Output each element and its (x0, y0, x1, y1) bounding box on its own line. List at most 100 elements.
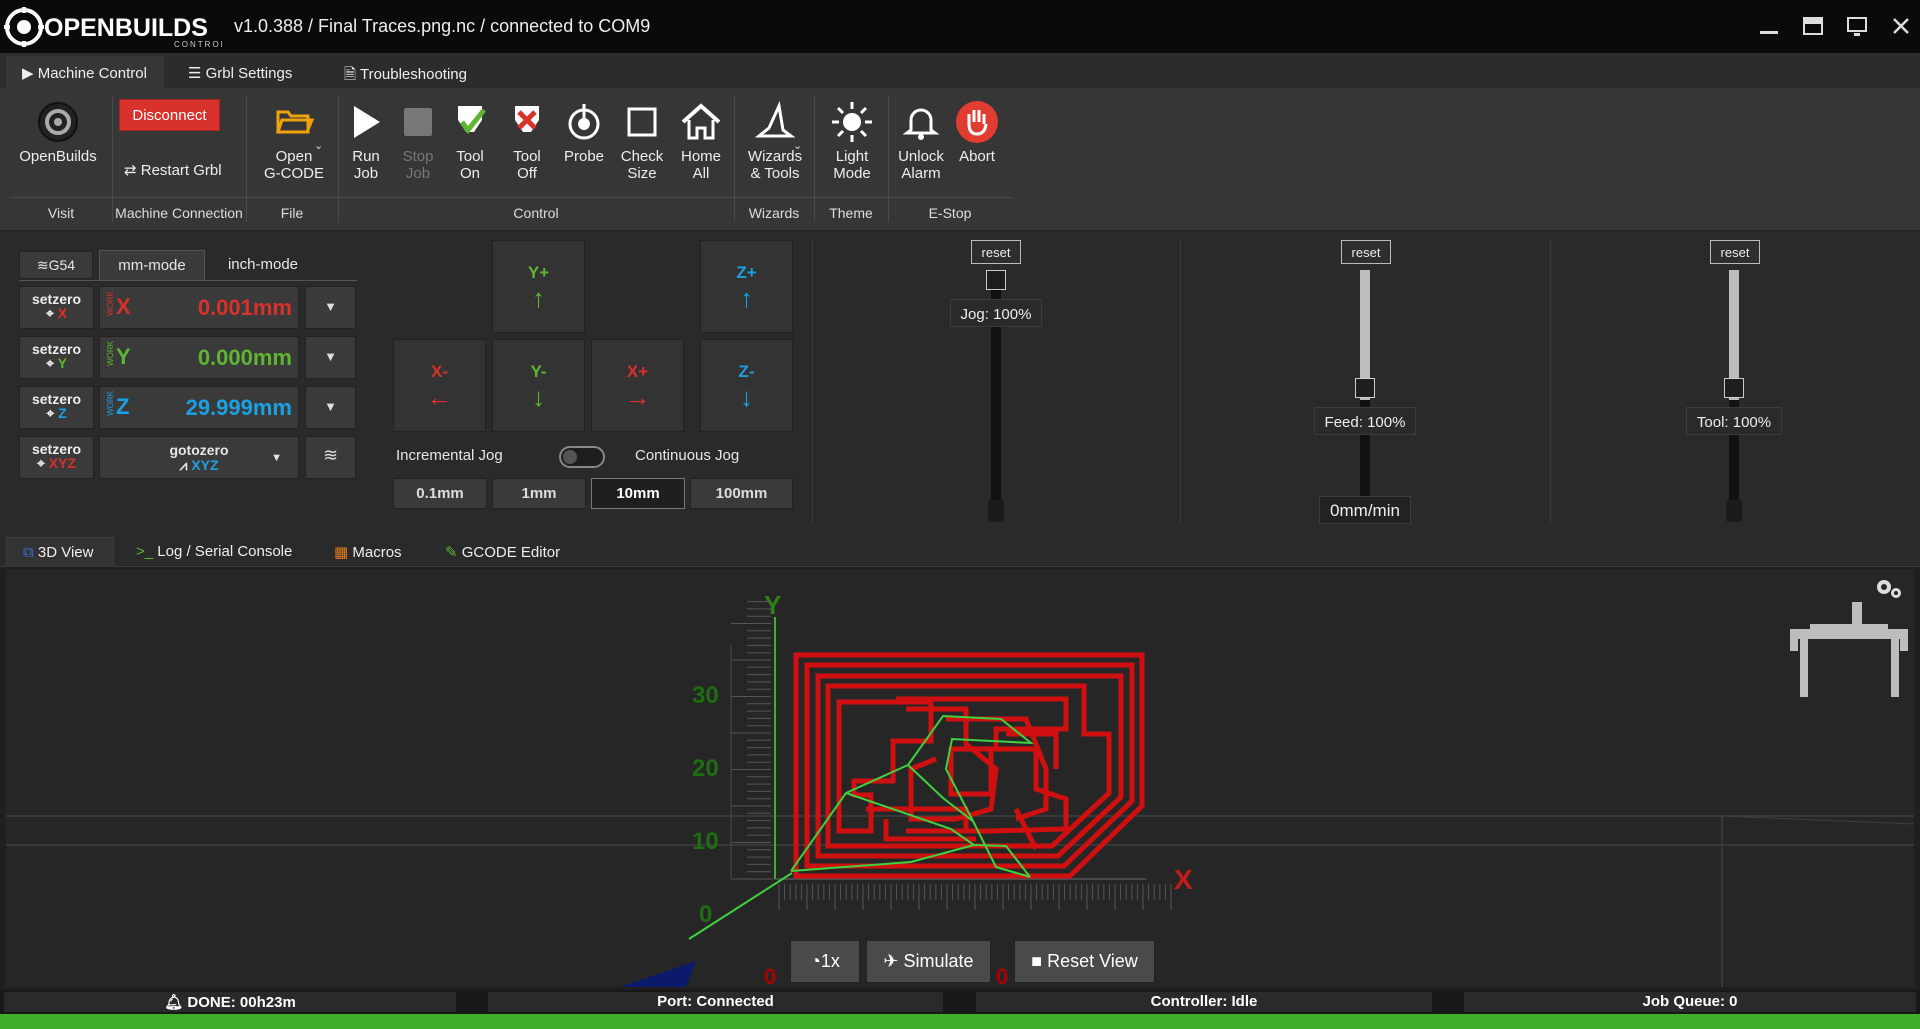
tab-troubleshooting[interactable]: 🗎 Troubleshooting (344, 56, 474, 88)
setzero-y-button[interactable]: setzero ⌖ Y (19, 336, 94, 379)
setzero-xyz-button[interactable]: setzero ⌖ XYZ (19, 436, 94, 479)
fullscreen-icon[interactable] (1844, 15, 1870, 39)
window-title: v1.0.388 / Final Traces.png.nc / connect… (234, 16, 651, 36)
y-options-dropdown[interactable]: ▼ (305, 336, 356, 379)
probe-button[interactable]: Probe (560, 100, 608, 165)
tool-override-handle[interactable] (1724, 378, 1744, 398)
jog-z-minus-button[interactable]: Z- ↓ (700, 339, 793, 432)
tab-3d-view[interactable]: ⧉ 3D View (6, 537, 114, 567)
feed-override-handle[interactable] (1355, 378, 1375, 398)
step-1mm-button[interactable]: 1mm (492, 478, 586, 509)
settings-gears-icon[interactable] (1877, 580, 1901, 598)
tab-machine-control[interactable]: ▶ Machine Control (6, 56, 164, 88)
step-100mm-button[interactable]: 100mm (690, 478, 793, 509)
terminal-icon: >_ (136, 543, 154, 560)
continuous-jog-label: Continuous Jog (635, 447, 740, 464)
probe-icon (568, 104, 600, 140)
feed-override-reset-button[interactable]: reset (1341, 240, 1391, 264)
square-icon: ■ (1031, 951, 1043, 971)
arrow-right-icon: → (624, 382, 651, 412)
wcs-selector[interactable]: ≋G54 (19, 251, 93, 279)
close-icon[interactable] (1888, 15, 1914, 39)
group-label-visit: Visit (47, 205, 75, 221)
setzero-z-button[interactable]: setzero ⌖ Z (19, 386, 94, 429)
chart-icon: ⩘ (179, 457, 188, 473)
feed-override-label: Feed: 100% (1314, 407, 1416, 435)
jog-override-handle[interactable] (986, 270, 1006, 290)
arrow-down-icon: ↓ (532, 382, 545, 412)
status-done: 🔔︎ DONE: 00h23m (4, 992, 456, 1012)
tab-gcode-editor[interactable]: ✎ GCODE Editor (445, 537, 565, 567)
home-icon (681, 103, 721, 140)
tool-off-icon (515, 106, 539, 132)
jog-x-plus-button[interactable]: X+ → (591, 339, 684, 432)
tab-mm-mode[interactable]: mm-mode (99, 250, 205, 280)
caret-down-icon: ▼ (271, 452, 282, 464)
group-label-file: File (280, 205, 304, 221)
jog-x-minus-button[interactable]: X- ← (393, 339, 486, 432)
step-10mm-button[interactable]: 10mm (591, 478, 685, 509)
title-bar: OPENBUILDS CONTROL v1.0.388 / Final Trac… (0, 0, 1920, 53)
z-options-dropdown[interactable]: ▼ (305, 386, 356, 429)
tool-on-button[interactable]: Tool On (448, 100, 492, 182)
machine-thumbnail-icon (1790, 602, 1908, 697)
wizard-hat-icon (754, 100, 796, 138)
x-options-dropdown[interactable]: ▼ (305, 286, 356, 329)
file-icon: 🗎 (344, 66, 357, 83)
check-size-button[interactable]: Check Size (617, 100, 667, 182)
edit-icon: ✎ (445, 544, 458, 561)
unlock-alarm-button[interactable]: Unlock Alarm (893, 100, 949, 182)
tab-grbl-settings[interactable]: ☰ Grbl Settings (188, 56, 308, 88)
svg-text:CONTROL: CONTROL (174, 40, 222, 49)
tool-on-icon (458, 106, 486, 135)
cube-icon: ⧉ (23, 544, 34, 561)
jog-y-minus-button[interactable]: Y- ↓ (492, 339, 585, 432)
grid-icon: ▦ (334, 544, 349, 561)
arrow-down-icon: ↓ (740, 382, 753, 412)
group-label-estop: E-Stop (928, 205, 972, 221)
jog-z-plus-button[interactable]: Z+ ↑ (700, 240, 793, 333)
tool-off-button[interactable]: Tool Off (505, 100, 549, 182)
stop-job-button[interactable]: Stop Job (396, 100, 440, 182)
stop-hand-icon (956, 101, 998, 143)
feedrate-readout: 0mm/min (1319, 496, 1411, 524)
openbuilds-button[interactable]: OpenBuilds (18, 100, 98, 165)
folder-icon (275, 110, 315, 134)
abort-button[interactable]: Abort (952, 100, 1002, 165)
status-controller: Controller: Idle (976, 992, 1432, 1012)
step-0-1mm-button[interactable]: 0.1mm (393, 478, 487, 509)
minimize-icon[interactable] (1756, 15, 1782, 39)
group-label-machine-connection: Machine Connection (115, 205, 243, 221)
disconnect-button[interactable]: Disconnect (119, 99, 220, 131)
stop-icon (404, 108, 432, 136)
jog-y-plus-button[interactable]: Y+ ↑ (492, 240, 585, 333)
gotozero-button[interactable]: gotozero ⩘ XYZ ▼ (99, 436, 299, 479)
maximize-icon[interactable] (1800, 15, 1826, 39)
square-icon (627, 107, 657, 137)
layers-menu-button[interactable]: ≋ (305, 436, 356, 479)
speed-button[interactable]: ◔1x (790, 940, 860, 983)
tool-override-label: Tool: 100% (1686, 407, 1782, 435)
run-job-button[interactable]: Run Job (342, 100, 390, 182)
restart-grbl-button[interactable]: ⇄ Restart Grbl (124, 161, 244, 183)
jog-override-reset-button[interactable]: reset (971, 240, 1021, 264)
play-icon: ▶ (22, 65, 34, 82)
gauge-icon: ◔ (810, 951, 821, 971)
setzero-x-button[interactable]: setzero ⌖ X (19, 286, 94, 329)
bell-icon: 🔔︎ (164, 994, 184, 1011)
simulate-button[interactable]: ✈ Simulate (866, 940, 991, 983)
reset-view-button[interactable]: ■ Reset View (1014, 940, 1155, 983)
jog-mode-toggle[interactable] (559, 446, 605, 468)
tab-macros[interactable]: ▦ Macros (334, 537, 424, 567)
chevron-down-icon: ⌄ (793, 140, 803, 152)
light-mode-button[interactable]: Light Mode (822, 100, 882, 182)
home-all-button[interactable]: Home All (676, 100, 726, 182)
openbuilds-gear-icon (38, 102, 78, 142)
x-zero-label-right: 0 (996, 964, 1009, 989)
tool-override-reset-button[interactable]: reset (1710, 240, 1760, 264)
play-icon (354, 106, 380, 138)
arrow-up-icon: ↑ (532, 283, 545, 313)
3d-viewer[interactable]: Y X 30 20 10 0 (6, 569, 1914, 987)
tab-log-serial-console[interactable]: >_ Log / Serial Console (136, 537, 306, 567)
tab-inch-mode[interactable]: inch-mode (208, 250, 318, 280)
